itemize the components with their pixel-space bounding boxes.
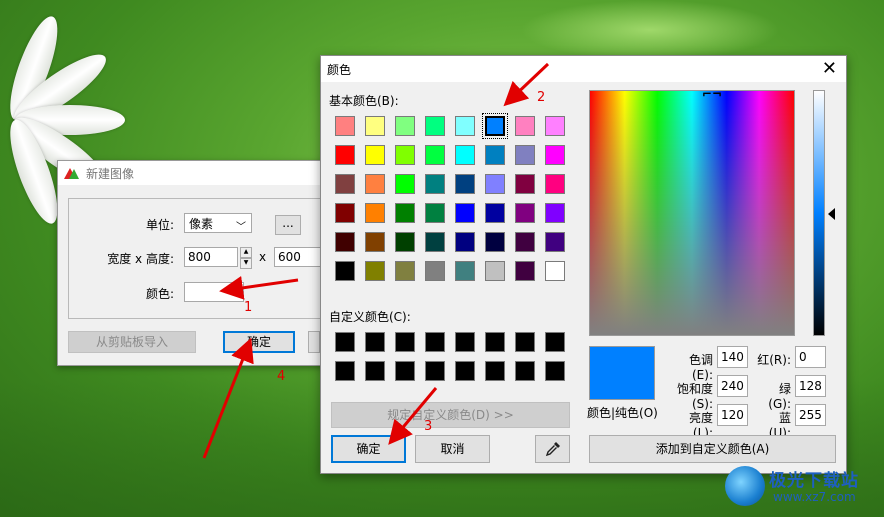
arrow-4 — [202, 337, 254, 459]
watermark-logo-icon — [725, 466, 765, 506]
watermark-title: 极光下载站 — [769, 471, 859, 491]
annotation-arrows — [202, 62, 550, 459]
arrow-1 — [219, 275, 299, 300]
step-marker-4: 4 — [277, 369, 286, 384]
step-marker-1: 1 — [244, 300, 253, 315]
step-marker-3: 3 — [424, 419, 433, 434]
watermark: 极光下载站 www.xz7.com — [725, 462, 880, 512]
watermark-url: www.xz7.com — [773, 490, 856, 504]
step-marker-2: 2 — [537, 90, 546, 105]
